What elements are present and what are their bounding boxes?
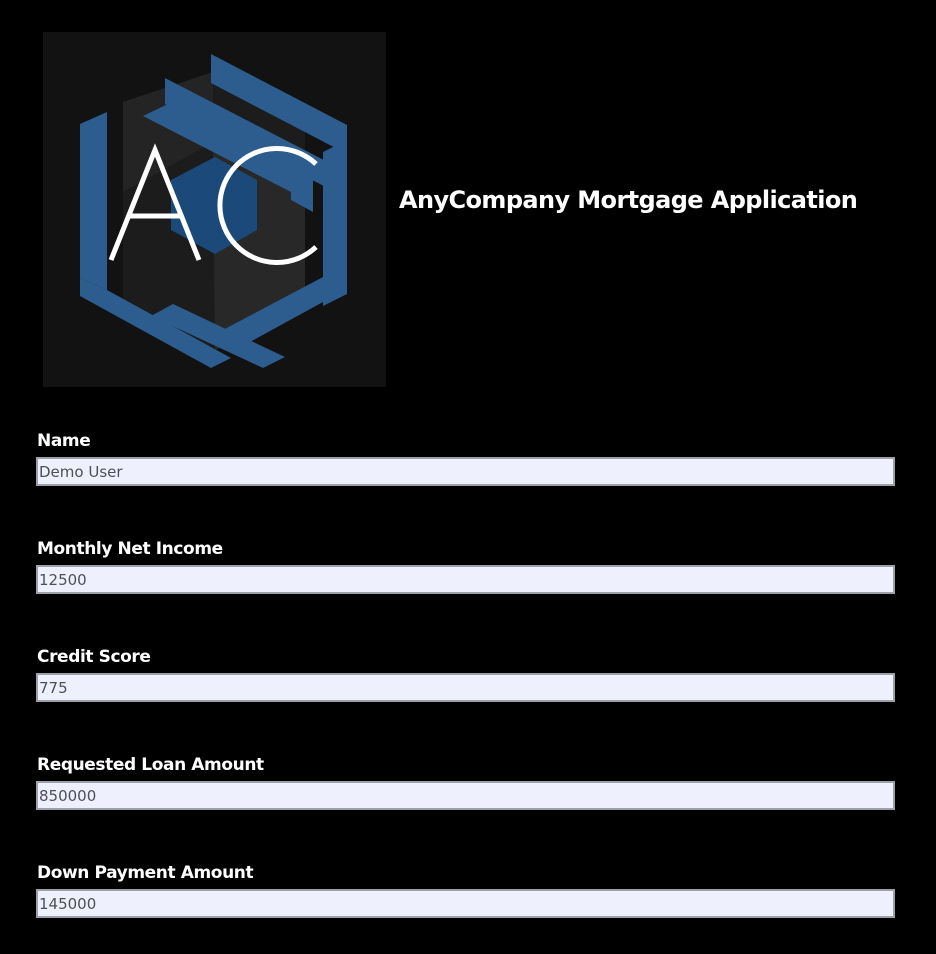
monthly-net-income-field-group: Monthly Net Income [36,538,895,594]
name-input[interactable] [36,457,895,486]
page-title: AnyCompany Mortgage Application [399,186,858,214]
requested-loan-amount-field-group: Requested Loan Amount [36,754,895,810]
company-logo [43,32,386,387]
credit-score-input[interactable] [36,673,895,702]
credit-score-field-group: Credit Score [36,646,895,702]
requested-loan-amount-label: Requested Loan Amount [37,755,264,775]
name-field-group: Name [36,430,895,486]
credit-score-label: Credit Score [37,647,151,667]
requested-loan-amount-input[interactable] [36,781,895,810]
name-label: Name [37,431,91,451]
monthly-net-income-input[interactable] [36,565,895,594]
down-payment-amount-input[interactable] [36,889,895,918]
down-payment-amount-label: Down Payment Amount [37,863,254,883]
down-payment-amount-field-group: Down Payment Amount [36,862,895,918]
monthly-net-income-label: Monthly Net Income [37,539,223,559]
anycompany-hexagon-logo-icon [80,54,347,368]
